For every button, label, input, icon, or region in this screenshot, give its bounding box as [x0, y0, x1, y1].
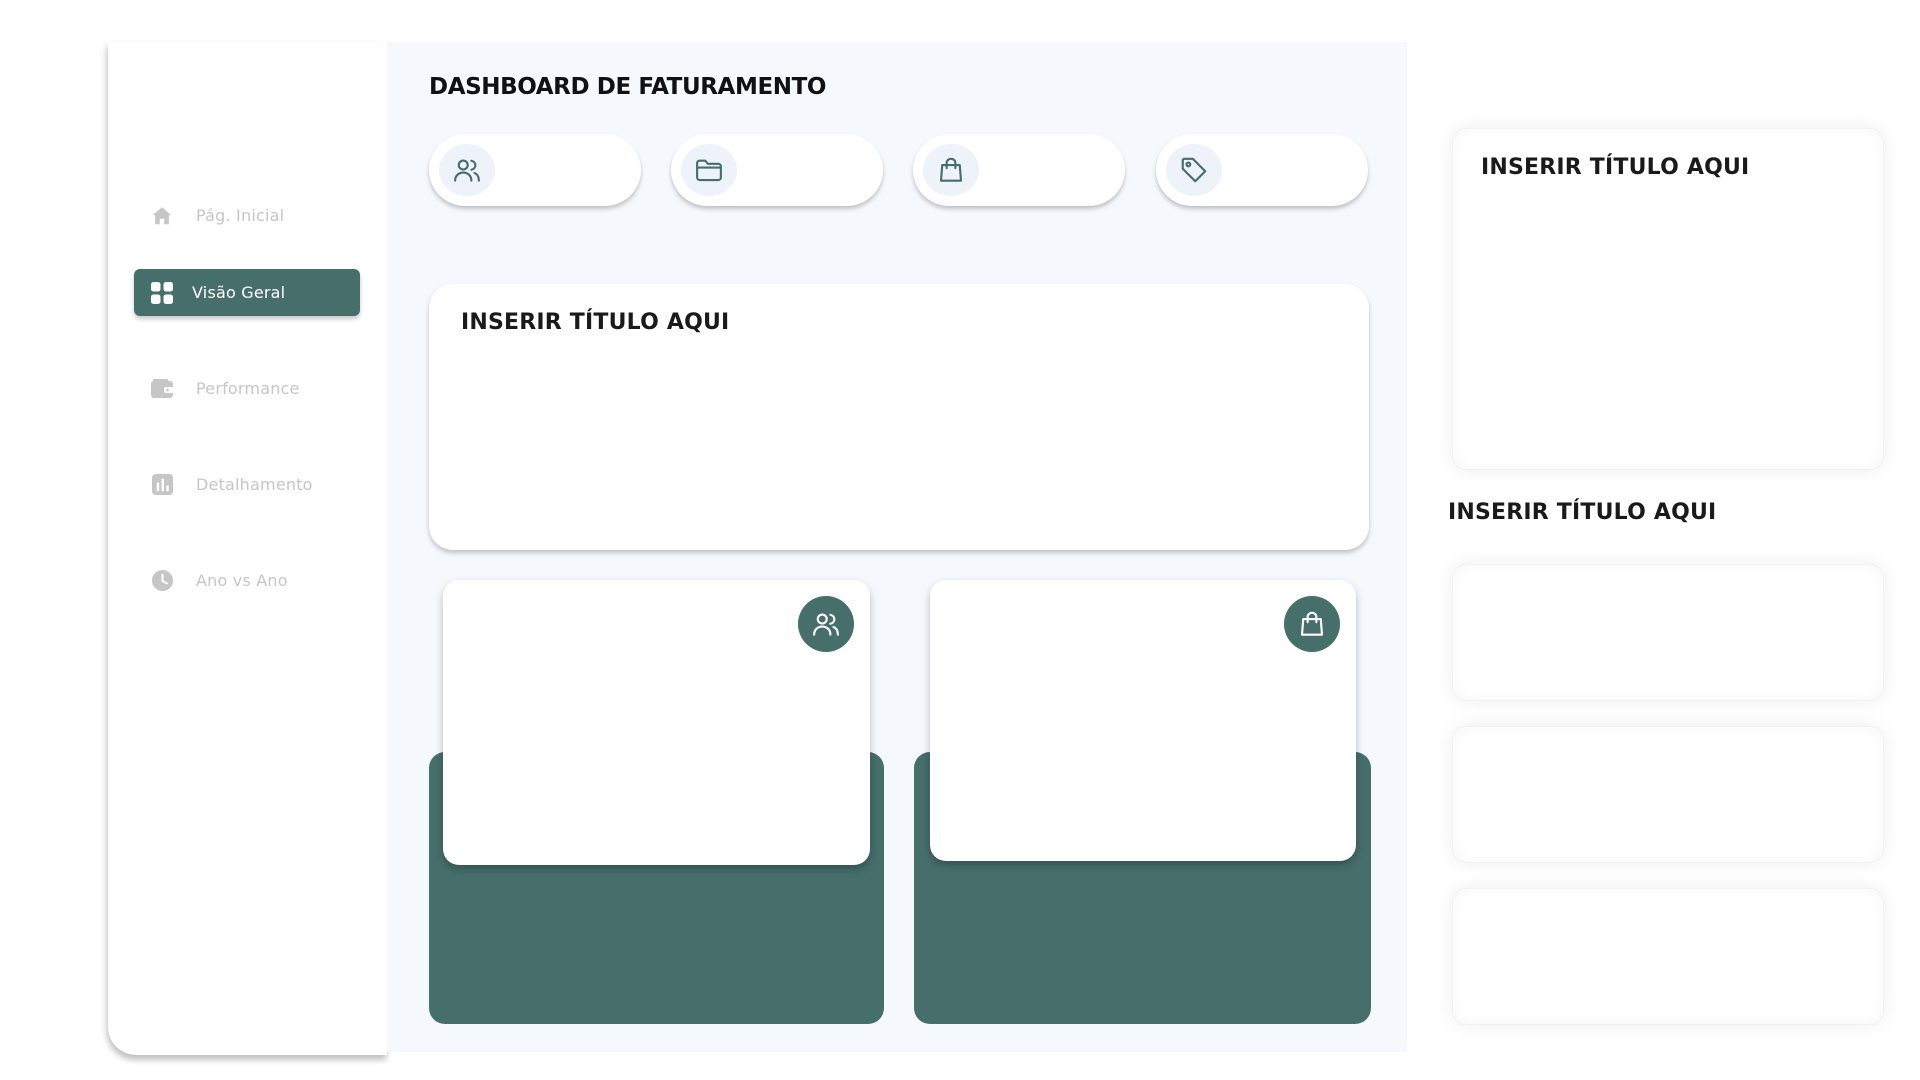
page-title: DASHBOARD DE FATURAMENTO	[429, 74, 827, 100]
kpi-card-customers[interactable]	[429, 134, 641, 206]
right-list-card	[1452, 888, 1884, 1025]
main-content: DASHBOARD DE FATURAMENTO INSERIR TÍTULO …	[387, 42, 1407, 1052]
bottom-card-customers	[443, 580, 870, 865]
bar-chart-icon	[150, 473, 174, 497]
shopping-bag-icon	[1284, 596, 1340, 652]
kpi-card-projects[interactable]	[671, 134, 883, 206]
sidebar-item-year-vs-year[interactable]: Ano vs Ano	[134, 557, 360, 604]
sidebar-item-home[interactable]: Pág. Inicial	[134, 192, 360, 239]
clock-icon	[150, 569, 174, 593]
sidebar: Pág. Inicial Visão Geral Performance Det…	[108, 42, 387, 1055]
right-list-card	[1452, 726, 1884, 863]
home-icon	[150, 204, 174, 228]
right-top-card-title: INSERIR TÍTULO AQUI	[1481, 155, 1750, 180]
right-top-card: INSERIR TÍTULO AQUI	[1452, 128, 1884, 470]
right-section-title: INSERIR TÍTULO AQUI	[1448, 500, 1717, 525]
users-icon	[439, 144, 495, 196]
kpi-card-orders[interactable]	[913, 134, 1125, 206]
sidebar-item-label: Performance	[196, 379, 300, 398]
sidebar-item-label: Detalhamento	[196, 475, 313, 494]
tag-icon	[1166, 144, 1222, 196]
dashboard-page: Pág. Inicial Visão Geral Performance Det…	[0, 0, 1920, 1080]
kpi-card-products[interactable]	[1156, 134, 1368, 206]
sidebar-item-performance[interactable]: Performance	[134, 365, 360, 412]
sidebar-item-details[interactable]: Detalhamento	[134, 461, 360, 508]
users-icon	[798, 596, 854, 652]
bottom-card-orders	[930, 580, 1356, 861]
grid-icon	[150, 281, 174, 305]
sidebar-item-label: Visão Geral	[192, 283, 286, 302]
right-list-card	[1452, 564, 1884, 701]
folder-icon	[681, 144, 737, 196]
shopping-bag-icon	[923, 144, 979, 196]
sidebar-item-label: Ano vs Ano	[196, 571, 288, 590]
main-chart-card: INSERIR TÍTULO AQUI	[429, 284, 1369, 550]
sidebar-item-overview[interactable]: Visão Geral	[134, 269, 360, 316]
sidebar-item-label: Pág. Inicial	[196, 206, 285, 225]
wallet-icon	[150, 377, 174, 401]
main-chart-card-title: INSERIR TÍTULO AQUI	[461, 310, 730, 335]
